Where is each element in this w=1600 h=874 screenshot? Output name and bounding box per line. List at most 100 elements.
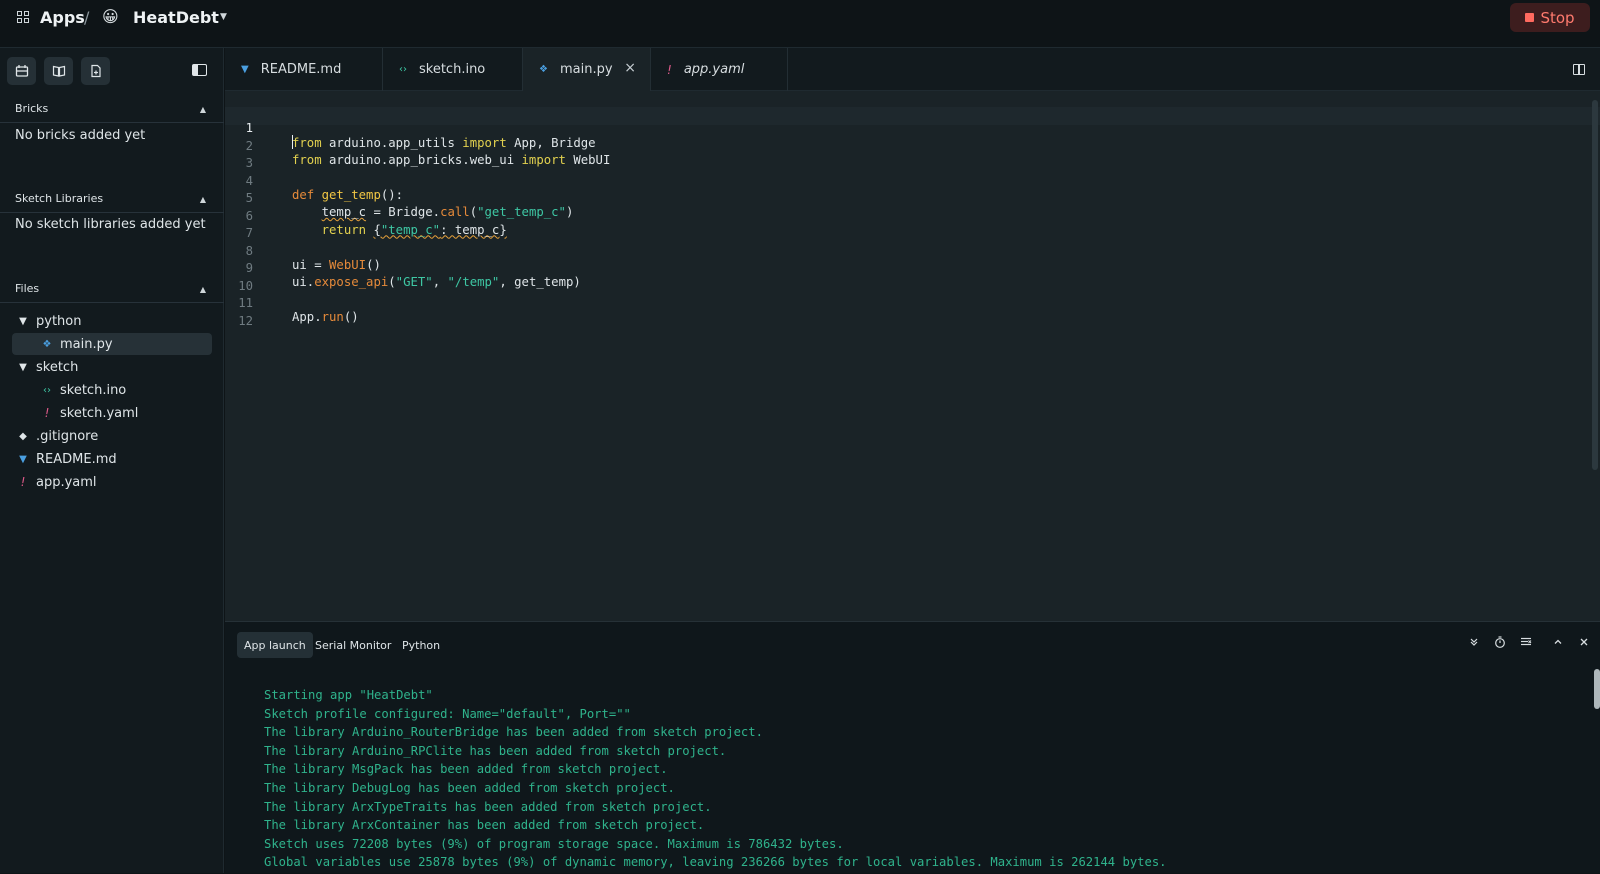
tree-folder-python[interactable]: ▼ python — [12, 310, 212, 332]
code-line: 8 ui = WebUI() — [225, 230, 1600, 272]
chevron-up-icon[interactable]: ▲ — [200, 195, 206, 204]
code-line: 6 return {"temp_c": temp_c} — [225, 195, 1600, 237]
editor-area: ▼ README.md ‹› sketch.ino ❖ main.py × ! … — [225, 48, 1600, 621]
stop-button[interactable]: Stop — [1510, 3, 1590, 32]
add-file-icon — [90, 64, 101, 78]
console-scrollbar[interactable] — [1594, 669, 1600, 709]
editor-tabbar: ▼ README.md ‹› sketch.ino ❖ main.py × ! … — [225, 48, 1600, 91]
bricks-section-header[interactable]: Bricks ▲ — [0, 99, 224, 123]
sidebar-toolbar — [0, 48, 224, 92]
tab-app-yaml[interactable]: ! app.yaml — [651, 48, 788, 91]
log-line: Sketch profile configured: Name="default… — [264, 706, 631, 721]
bricks-empty-text: No bricks added yet — [15, 128, 146, 143]
log-line: Sketch uses 72208 bytes (9%) of program … — [264, 836, 844, 851]
add-brick-icon — [15, 65, 28, 77]
tree-file-readme[interactable]: ▼ README.md — [12, 448, 212, 470]
tree-file-gitignore[interactable]: ◆ .gitignore — [12, 425, 212, 447]
python-file-icon: ❖ — [42, 338, 52, 350]
code-line: 7 — [225, 212, 1600, 240]
chevron-up-icon[interactable]: ▲ — [200, 105, 206, 114]
app-emoji-icon: 😀 — [102, 7, 119, 26]
top-bar: Apps / 😀 HeatDebt ▼ Stop — [0, 0, 1600, 48]
stop-label: Stop — [1540, 8, 1575, 27]
tab-sketch-ino[interactable]: ‹› sketch.ino — [383, 48, 523, 91]
apps-grid-icon[interactable] — [17, 11, 29, 23]
log-line: The library ArxContainer has been added … — [264, 818, 705, 833]
files-section-header[interactable]: Files ▲ — [0, 279, 224, 303]
timer-icon[interactable] — [1494, 636, 1506, 648]
code-line: 12 — [225, 300, 1600, 328]
tab-label: README.md — [260, 62, 342, 77]
tab-serial-monitor[interactable]: Serial Monitor — [308, 632, 398, 658]
library-icon — [52, 65, 65, 77]
libraries-section-header[interactable]: Sketch Libraries ▲ — [0, 189, 224, 213]
tab-app-launch[interactable]: App launch — [237, 632, 313, 658]
libraries-title: Sketch Libraries — [15, 192, 104, 205]
files-title: Files — [15, 282, 40, 295]
console-panel: App launch Serial Monitor Python Startin… — [225, 621, 1600, 873]
sidebar: Bricks ▲ No bricks added yet Sketch Libr… — [0, 48, 224, 873]
editor-scrollbar[interactable] — [1592, 100, 1598, 470]
tab-main-py[interactable]: ❖ main.py × — [523, 48, 651, 91]
sidebar-toggle-icon[interactable] — [192, 64, 207, 76]
log-line: The library Arduino_RouterBridge has bee… — [264, 725, 763, 740]
tree-item-label: .gitignore — [36, 428, 99, 444]
tab-python[interactable]: Python — [395, 632, 447, 658]
stop-icon — [1525, 13, 1535, 22]
tree-item-label: main.py — [60, 336, 113, 352]
caret-down-icon: ▼ — [19, 361, 27, 373]
tree-file-main-py[interactable]: ❖ main.py — [12, 333, 212, 355]
app-name[interactable]: HeatDebt — [133, 8, 219, 27]
tab-label: sketch.ino — [419, 62, 486, 77]
caret-down-icon: ▼ — [19, 315, 27, 327]
close-icon[interactable] — [1578, 636, 1590, 648]
code-line: 1 from arduino.app_utils import App, Bri… — [225, 107, 1600, 150]
line-number: 12 — [238, 313, 253, 328]
tab-readme[interactable]: ▼ README.md — [225, 48, 383, 91]
code-line: 4 def get_temp(): — [225, 160, 1600, 202]
code-line: 3 — [225, 142, 1600, 170]
log-line: The library DebugLog has been added from… — [264, 780, 675, 795]
ino-file-icon: ‹› — [43, 384, 51, 396]
code-line: 10 — [225, 265, 1600, 293]
split-editor-icon[interactable] — [1573, 64, 1585, 75]
code-line: 11 App.run() — [225, 282, 1600, 324]
breadcrumb-separator: / — [84, 8, 90, 27]
tree-file-app-yaml[interactable]: ! app.yaml — [12, 471, 212, 493]
code-icon: ‹› — [399, 64, 407, 75]
tree-item-label: python — [36, 313, 82, 329]
add-library-button[interactable] — [44, 57, 73, 85]
chevron-up-icon[interactable] — [1552, 636, 1564, 648]
libraries-empty-text: No sketch libraries added yet — [15, 217, 206, 232]
tree-file-sketch-ino[interactable]: ‹› sketch.ino — [12, 379, 212, 401]
apps-breadcrumb[interactable]: Apps — [40, 8, 85, 27]
tab-label: main.py — [559, 62, 613, 77]
add-file-button[interactable] — [81, 57, 110, 85]
markdown-icon: ▼ — [241, 64, 249, 75]
log-line: Global variables use 25878 bytes (9%) of… — [264, 855, 1167, 870]
tree-item-label: sketch.yaml — [60, 405, 139, 421]
clear-output-icon[interactable] — [1520, 636, 1532, 648]
code-line: 9 ui.expose_api("GET", "/temp", get_temp… — [225, 247, 1600, 289]
yaml-file-icon: ! — [44, 406, 50, 420]
code-line: 5 temp_c = Bridge.call("get_temp_c") — [225, 177, 1600, 219]
code-editor[interactable]: 1 from arduino.app_utils import App, Bri… — [225, 107, 1600, 328]
log-line: The library MsgPack has been added from … — [264, 762, 668, 777]
chevron-down-icon[interactable]: ▼ — [220, 12, 227, 22]
chevron-up-icon[interactable]: ▲ — [200, 285, 206, 294]
scroll-to-bottom-icon[interactable] — [1468, 636, 1480, 648]
close-icon[interactable]: × — [624, 60, 636, 76]
tree-file-sketch-yaml[interactable]: ! sketch.yaml — [12, 402, 212, 424]
yaml-icon: ! — [667, 62, 672, 77]
tree-item-label: sketch — [36, 359, 79, 375]
tree-item-label: sketch.ino — [60, 382, 127, 398]
tab-label: app.yaml — [683, 62, 745, 77]
log-line: The library ArxTypeTraits has been added… — [264, 799, 712, 814]
tree-folder-sketch[interactable]: ▼ sketch — [12, 356, 212, 378]
console-output[interactable]: Starting app "HeatDebt" Sketch profile c… — [264, 688, 1564, 874]
log-line: Starting app "HeatDebt" — [264, 688, 433, 702]
add-brick-button[interactable] — [7, 57, 36, 85]
log-line: The library Arduino_RPClite has been add… — [264, 743, 727, 758]
tree-item-label: README.md — [36, 451, 117, 467]
yaml-file-icon: ! — [20, 475, 26, 489]
